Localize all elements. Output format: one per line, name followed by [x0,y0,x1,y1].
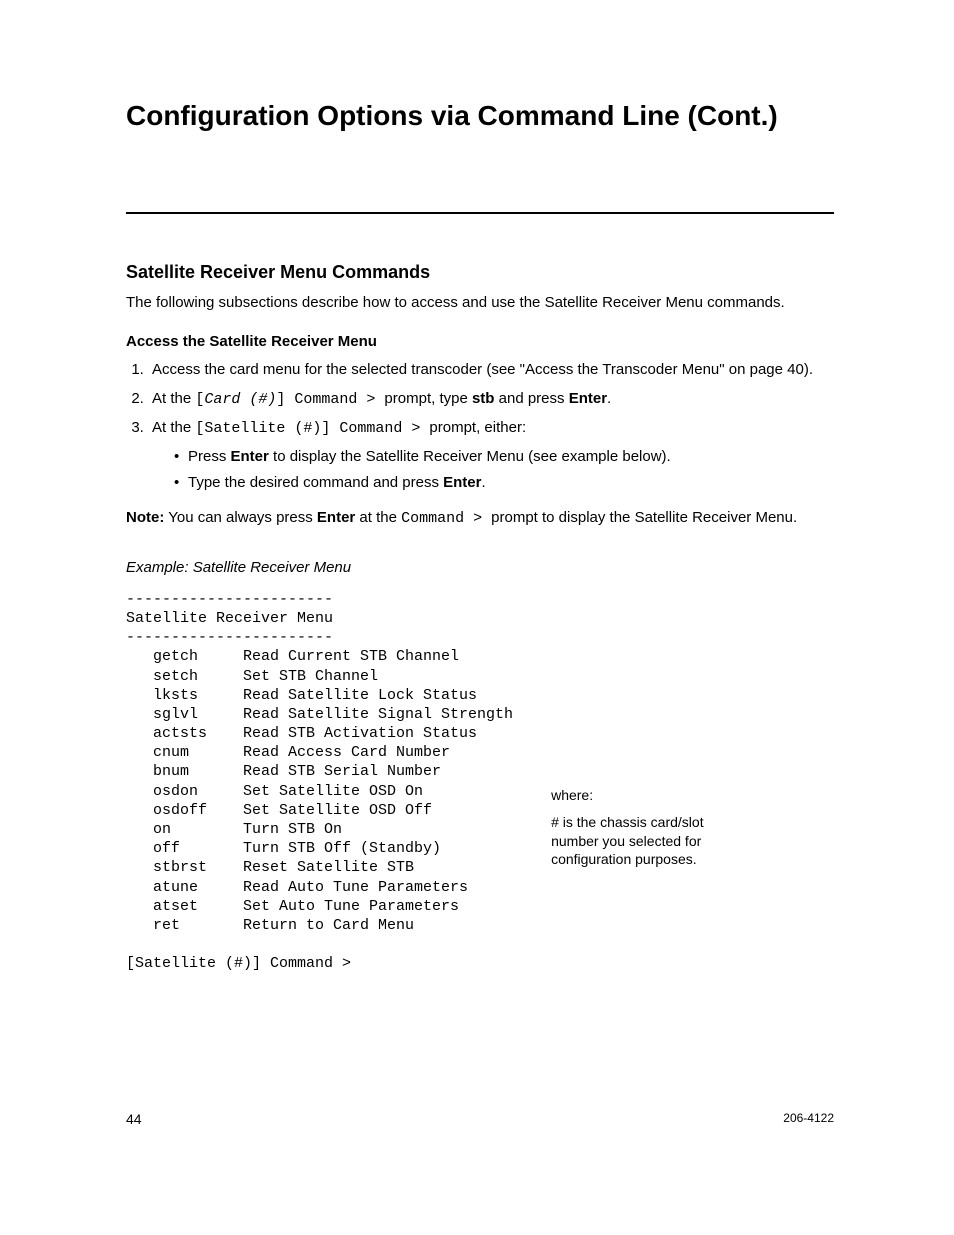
step-3-mid: prompt, either: [429,419,526,436]
note-mid: at the [355,509,401,526]
aside-text: # is the chassis card/slot number you se… [551,813,731,870]
note-paragraph: Note: You can always press Enter at the … [126,508,834,529]
step-3: At the [Satellite (#)] Command > prompt,… [148,418,834,494]
step-3b-enter: Enter [443,474,481,491]
note-post: prompt to display the Satellite Receiver… [491,509,797,526]
step-2-code-close: ] Command > [276,391,384,408]
page-footer: 44 206-4122 [126,1111,834,1127]
step-2-cmd: stb [472,390,495,407]
note-code: Command > [401,510,491,527]
step-3a: Press Enter to display the Satellite Rec… [174,447,834,467]
aside-where: where: [551,786,731,805]
example-menu: ----------------------- Satellite Receiv… [126,590,513,974]
section-heading: Satellite Receiver Menu Commands [126,262,834,283]
step-3-code: [Satellite (#)] Command > [195,420,429,437]
note-pre: You can always press [164,509,317,526]
step-3a-post: to display the Satellite Receiver Menu (… [269,448,671,465]
title-rule [126,212,834,214]
subsection-heading: Access the Satellite Receiver Menu [126,333,834,350]
steps-list: Access the card menu for the selected tr… [126,360,834,493]
example-block: ----------------------- Satellite Receiv… [126,590,834,974]
aside-note: where: # is the chassis card/slot number… [551,786,731,878]
step-3b-post: . [481,474,485,491]
example-title: Example: Satellite Receiver Menu [126,559,834,576]
page-title: Configuration Options via Command Line (… [126,100,834,132]
section-intro: The following subsections describe how t… [126,293,834,313]
step-3-sublist: Press Enter to display the Satellite Rec… [152,447,834,494]
note-enter: Enter [317,509,355,526]
doc-ref: 206-4122 [783,1111,834,1127]
step-1-text: Access the card menu for the selected tr… [152,361,813,378]
step-3-pre: At the [152,419,195,436]
step-2-end: . [607,390,611,407]
step-3b-pre: Type the desired command and press [188,474,443,491]
step-3a-pre: Press [188,448,231,465]
note-label: Note: [126,509,164,526]
page-number: 44 [126,1111,142,1127]
step-3b: Type the desired command and press Enter… [174,473,834,493]
step-2: At the [Card (#)] Command > prompt, type… [148,389,834,410]
step-2-enter: Enter [569,390,607,407]
step-2-pre: At the [152,390,195,407]
step-2-mid: prompt, type [384,390,472,407]
step-3a-enter: Enter [231,448,269,465]
document-page: Configuration Options via Command Line (… [0,0,954,974]
step-2-code-card: Card (#) [204,391,276,408]
step-2-mid2: and press [494,390,568,407]
step-1: Access the card menu for the selected tr… [148,360,834,380]
